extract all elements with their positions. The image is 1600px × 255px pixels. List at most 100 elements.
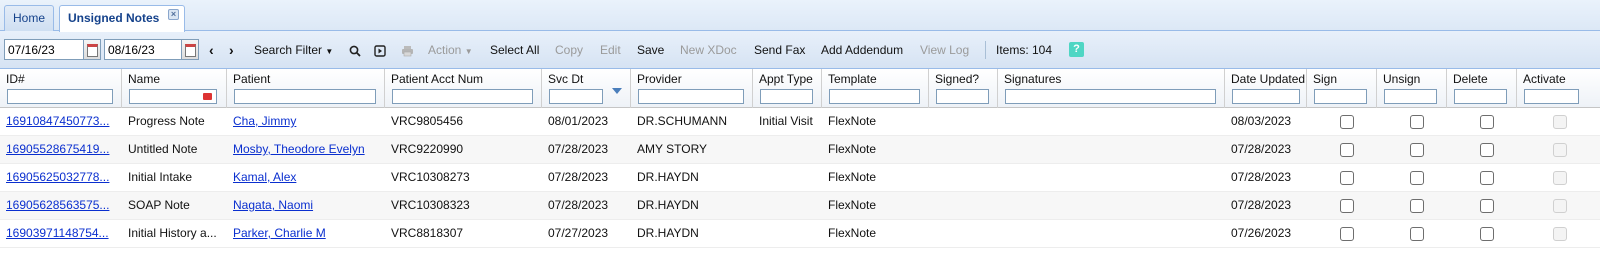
provider: DR.HAYDN: [637, 226, 699, 240]
note-id-link[interactable]: 16905528675419...: [0, 136, 120, 163]
column-header-patient[interactable]: Patient: [227, 69, 385, 108]
sign-checkbox[interactable]: [1340, 171, 1354, 185]
activate-checkbox: [1553, 171, 1567, 185]
view-log-button[interactable]: View Log: [920, 31, 969, 69]
column-header-signatures[interactable]: Signatures: [998, 69, 1225, 108]
column-header-signed[interactable]: Signed?: [929, 69, 998, 108]
copy-button[interactable]: Copy: [555, 31, 583, 69]
table-row[interactable]: 16910847450773... Progress Note Cha, Jim…: [0, 108, 1600, 136]
print-icon[interactable]: [401, 31, 414, 69]
tab-home[interactable]: Home: [4, 5, 54, 31]
filter-input[interactable]: [638, 89, 744, 104]
filter-input[interactable]: [1454, 89, 1507, 104]
filter-input[interactable]: [936, 89, 989, 104]
filter-input[interactable]: [829, 89, 920, 104]
column-header-svc-dt[interactable]: Svc Dt: [542, 69, 631, 108]
sign-checkbox[interactable]: [1340, 199, 1354, 213]
help-icon[interactable]: ?: [1069, 42, 1084, 57]
note-id-link[interactable]: 16905628563575...: [0, 192, 120, 219]
note-id-link[interactable]: 16905625032778...: [0, 164, 120, 191]
column-header-template[interactable]: Template: [822, 69, 929, 108]
patient-link[interactable]: Cha, Jimmy: [227, 108, 385, 135]
signatures: [998, 108, 1225, 135]
filter-input[interactable]: [1384, 89, 1437, 104]
note-id-link[interactable]: 16910847450773...: [0, 108, 120, 135]
select-all-button[interactable]: Select All: [490, 31, 539, 69]
filter-input[interactable]: [234, 89, 376, 104]
chevron-left-icon[interactable]: ‹: [209, 31, 214, 69]
unsign-checkbox[interactable]: [1410, 143, 1424, 157]
delete-checkbox[interactable]: [1480, 227, 1494, 241]
action-menu-button[interactable]: Action ▼: [428, 31, 473, 69]
save-button[interactable]: Save: [637, 31, 664, 69]
column-header-date-updated[interactable]: Date Updated: [1225, 69, 1307, 108]
column-header-sign[interactable]: Sign: [1307, 69, 1377, 108]
clear-filter-icon[interactable]: [203, 93, 212, 100]
column-label: Date Updated: [1231, 72, 1306, 86]
calendar-icon[interactable]: [182, 39, 199, 60]
export-icon[interactable]: [374, 31, 386, 69]
unsign-checkbox[interactable]: [1410, 199, 1424, 213]
column-header-acct[interactable]: Patient Acct Num: [385, 69, 542, 108]
add-addendum-button[interactable]: Add Addendum: [821, 31, 903, 69]
chevron-right-icon[interactable]: ›: [229, 31, 234, 69]
search-filter-button[interactable]: Search Filter ▼: [254, 31, 333, 69]
table-row[interactable]: 16905625032778... Initial Intake Kamal, …: [0, 164, 1600, 192]
column-header-id[interactable]: ID#: [0, 69, 122, 108]
column-header-name[interactable]: Name: [122, 69, 227, 108]
filter-input[interactable]: [1005, 89, 1216, 104]
provider: DR.SCHUMANN: [637, 114, 727, 128]
date-from-field[interactable]: [4, 39, 84, 60]
note-name: Progress Note: [128, 114, 205, 128]
toolbar-divider: [985, 41, 986, 59]
close-icon[interactable]: ×: [168, 9, 179, 20]
signed-status: [929, 136, 998, 163]
template: FlexNote: [828, 226, 877, 240]
patient-link[interactable]: Kamal, Alex: [227, 164, 385, 191]
table-row[interactable]: 16905628563575... SOAP Note Nagata, Naom…: [0, 192, 1600, 220]
note-id-link[interactable]: 16903971148754...: [0, 220, 120, 247]
patient-link[interactable]: Parker, Charlie M: [227, 220, 385, 247]
activate-checkbox: [1553, 143, 1567, 157]
date-to-field[interactable]: [104, 39, 182, 60]
table-row[interactable]: 16905528675419... Untitled Note Mosby, T…: [0, 136, 1600, 164]
delete-checkbox[interactable]: [1480, 115, 1494, 129]
column-header-activate[interactable]: Activate: [1517, 69, 1589, 108]
caret-down-icon: ▼: [464, 47, 473, 56]
filter-input[interactable]: [549, 89, 603, 104]
tab-unsigned-notes[interactable]: Unsigned Notes ×: [59, 5, 185, 32]
column-header-unsign[interactable]: Unsign: [1377, 69, 1447, 108]
unsign-checkbox[interactable]: [1410, 115, 1424, 129]
patient-link[interactable]: Nagata, Naomi: [227, 192, 385, 219]
template: FlexNote: [828, 142, 877, 156]
sign-checkbox[interactable]: [1340, 143, 1354, 157]
calendar-icon[interactable]: [84, 39, 101, 60]
date-updated: 07/26/2023: [1231, 226, 1292, 240]
filter-input[interactable]: [7, 89, 113, 104]
filter-input[interactable]: [760, 89, 813, 104]
filter-input[interactable]: [129, 89, 217, 104]
note-name: Initial History a...: [128, 226, 217, 240]
filter-input[interactable]: [1232, 89, 1300, 104]
delete-checkbox[interactable]: [1480, 199, 1494, 213]
send-fax-button[interactable]: Send Fax: [754, 31, 805, 69]
sign-checkbox[interactable]: [1340, 115, 1354, 129]
delete-checkbox[interactable]: [1480, 143, 1494, 157]
filter-input[interactable]: [1314, 89, 1367, 104]
unsign-checkbox[interactable]: [1410, 227, 1424, 241]
new-xdoc-button[interactable]: New XDoc: [680, 31, 737, 69]
table-row[interactable]: 16903971148754... Initial History a... P…: [0, 220, 1600, 248]
search-icon[interactable]: [349, 31, 361, 69]
sign-checkbox[interactable]: [1340, 227, 1354, 241]
column-header-delete[interactable]: Delete: [1447, 69, 1517, 108]
column-header-appt-type[interactable]: Appt Type: [753, 69, 822, 108]
column-label: Signed?: [935, 72, 980, 86]
edit-button[interactable]: Edit: [600, 31, 621, 69]
filter-input[interactable]: [1524, 89, 1579, 104]
delete-checkbox[interactable]: [1480, 171, 1494, 185]
patient-link[interactable]: Mosby, Theodore Evelyn: [227, 136, 385, 163]
unsign-checkbox[interactable]: [1410, 171, 1424, 185]
svc-date: 07/27/2023: [548, 226, 609, 240]
filter-input[interactable]: [392, 89, 533, 104]
column-header-provider[interactable]: Provider: [631, 69, 753, 108]
